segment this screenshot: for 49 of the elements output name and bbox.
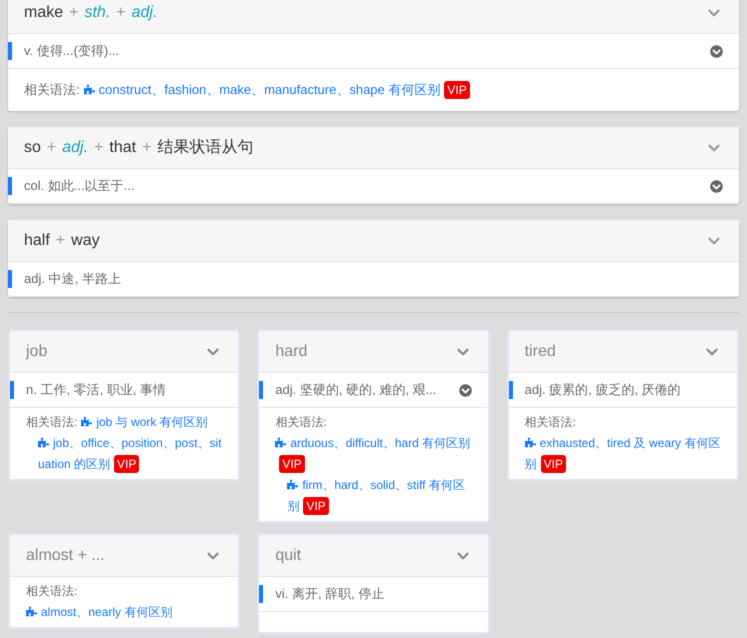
expand-icon[interactable] [710, 44, 723, 58]
grammar-link[interactable]: job、office、position、post、situation 的区别 VIP [38, 433, 222, 475]
word-title: almost + ... [26, 546, 105, 566]
marker-bar [8, 42, 12, 60]
puzzle-icon [38, 437, 49, 448]
word-title: tired [524, 342, 556, 362]
definition-text: col. 如此...以至于... [24, 177, 135, 196]
definition-text: adj. 疲累的, 疲乏的, 厌倦的 [524, 381, 681, 400]
word-title: hard [275, 342, 308, 362]
puzzle-icon [26, 606, 37, 617]
grammar-link[interactable]: exhausted、tired 及 weary 有何区别 VIP [524, 433, 721, 475]
puzzle-icon [275, 437, 286, 448]
grammar-link[interactable]: job 与 work 有何区别 [81, 412, 208, 433]
word-title: quit [275, 546, 302, 566]
expand-icon[interactable] [458, 384, 472, 396]
definition-text: v. 使得...(变得)... [24, 42, 120, 60]
marker-bar [508, 381, 513, 399]
marker-bar [8, 177, 12, 195]
pattern-title: half + way [24, 230, 100, 250]
word-title: job [26, 342, 48, 362]
puzzle-icon [84, 84, 95, 95]
definition-text: n. 工作, 零活, 职业, 事情 [26, 381, 166, 400]
definition-text: vi. 离开, 辞职, 停止 [275, 585, 384, 604]
marker-bar [8, 270, 12, 288]
definition-text: adj. 中途, 半路上 [24, 270, 121, 288]
definition-text: adj. 坚硬的, 硬的, 难的, 艰... [275, 381, 436, 400]
pattern-title: make + sth. + adj. [24, 2, 158, 22]
related-label: 相关语法: [524, 415, 576, 429]
marker-bar [259, 585, 264, 603]
grammar-link[interactable]: almost、nearly 有何区别 [26, 602, 172, 623]
related-label: 相关语法: [26, 584, 78, 598]
puzzle-icon [81, 416, 92, 427]
vip-badge: VIP [114, 455, 140, 473]
related-label: 相关语法: [24, 82, 80, 97]
expand-icon[interactable] [710, 180, 723, 192]
grammar-link[interactable]: firm、hard、solid、stiff 有何区别 VIP [287, 475, 472, 517]
related-label: 相关语法: [26, 415, 78, 429]
vip-badge: VIP [444, 81, 470, 99]
grammar-link[interactable]: arduous、difficult、hard 有何区别 VIP [275, 433, 472, 475]
puzzle-icon [287, 479, 298, 490]
related-label: 相关语法: [275, 415, 327, 429]
marker-bar [10, 381, 14, 399]
pattern-title: so + adj. + that + 结果状语从句 [24, 138, 254, 158]
marker-bar [259, 381, 264, 399]
grammar-link[interactable]: construct、fashion、make、manufacture、shape 有何区别 VIP [84, 77, 470, 103]
vip-badge: VIP [279, 455, 305, 473]
puzzle-icon [524, 437, 536, 448]
vip-badge: VIP [540, 455, 566, 473]
vip-badge: VIP [303, 497, 329, 515]
